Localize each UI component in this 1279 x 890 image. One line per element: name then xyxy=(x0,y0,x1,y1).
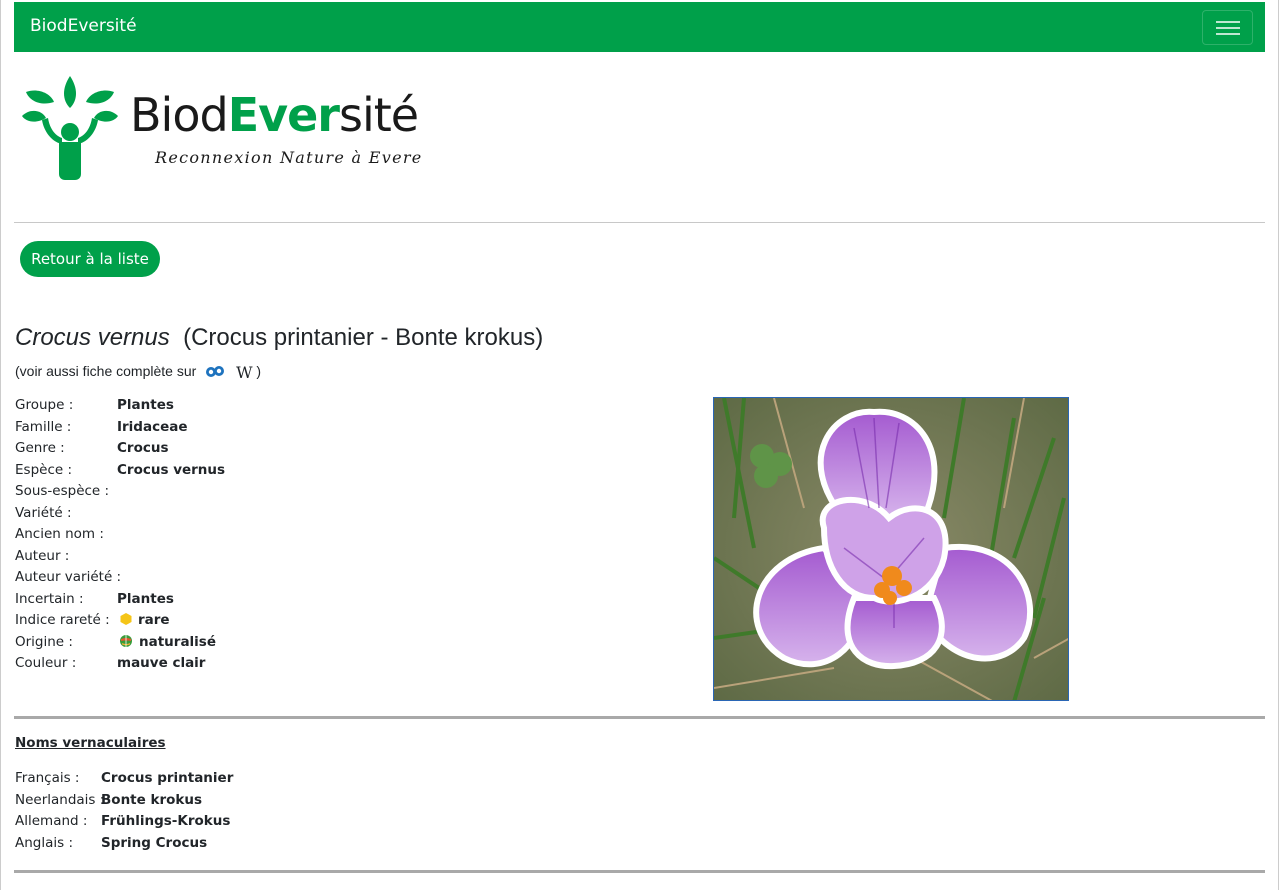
observation-site-icon[interactable] xyxy=(204,364,226,381)
wikipedia-icon[interactable]: W xyxy=(236,363,252,382)
hamburger-menu-icon[interactable] xyxy=(1202,10,1253,45)
vernacular-names-title: Noms vernaculaires xyxy=(15,735,166,751)
logo-title: BiodEversité xyxy=(130,88,419,142)
logo-subtitle: Reconnexion Nature à Evere xyxy=(155,148,423,167)
back-to-list-button[interactable]: Retour à la liste xyxy=(20,241,160,277)
common-names: (Crocus printanier - Bonte krokus) xyxy=(183,324,544,351)
section-divider xyxy=(14,716,1265,719)
rarity-dot-icon xyxy=(119,612,133,628)
species-photo[interactable] xyxy=(713,397,1069,701)
section-divider xyxy=(14,870,1265,873)
site-logo[interactable]: BiodEversité Reconnexion Nature à Evere xyxy=(22,74,442,184)
tree-person-icon xyxy=(22,76,118,180)
divider xyxy=(14,222,1265,223)
navbar-brand[interactable]: BiodEversité xyxy=(30,16,137,36)
globe-icon xyxy=(119,634,133,650)
top-navbar: BiodEversité xyxy=(14,2,1265,52)
see-also-links: (voir aussi fiche complète sur W ) xyxy=(15,363,262,382)
latin-name: Crocus vernus xyxy=(15,324,170,351)
species-title: Crocus vernus (Crocus printanier - Bonte… xyxy=(15,324,543,352)
